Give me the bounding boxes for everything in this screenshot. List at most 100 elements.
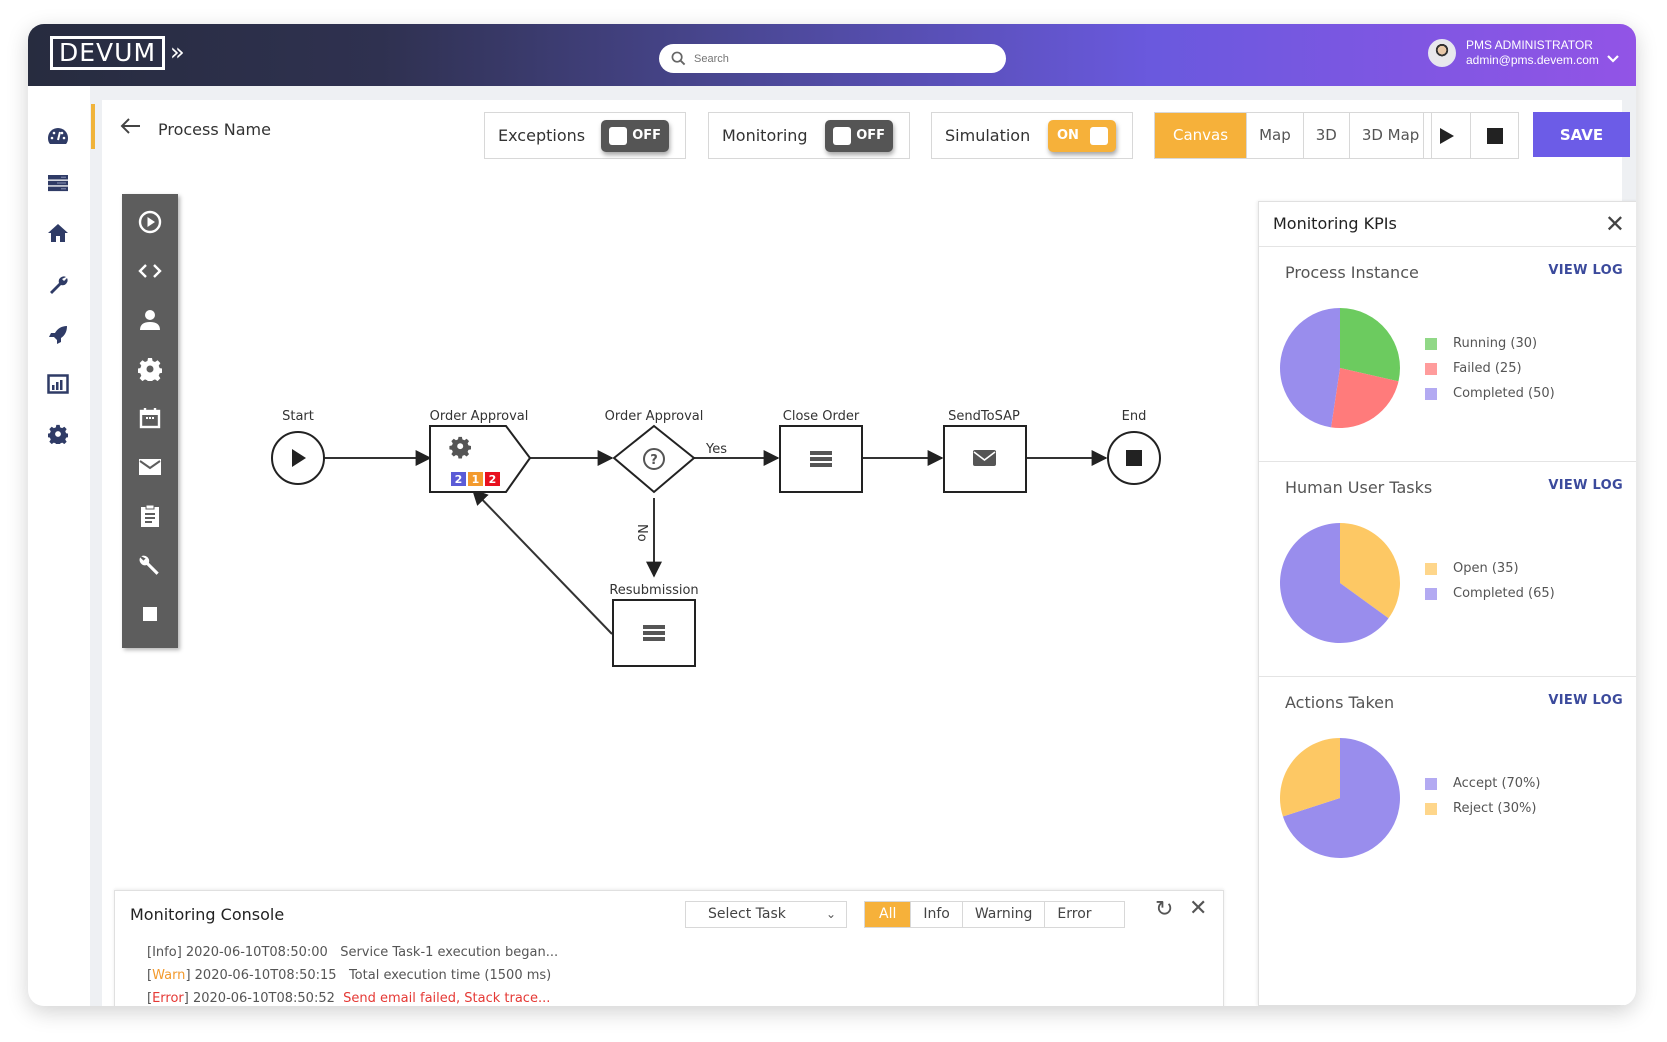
log-message: Service Task-1 execution began... <box>340 945 559 960</box>
rocket-icon[interactable] <box>46 324 70 348</box>
legend-item: Completed (50) <box>1425 381 1555 406</box>
select-task-value: Select Task <box>708 906 786 922</box>
log-timestamp: 2020-06-10T08:50:52 <box>192 991 335 1006</box>
close-order-node[interactable]: Close Order <box>779 409 863 493</box>
kpi-process-instance: Process Instance VIEW LOG Running (30) Fa… <box>1259 247 1636 462</box>
active-indicator <box>91 104 95 149</box>
node-label: Order Approval <box>605 409 704 424</box>
stop-button[interactable] <box>1471 113 1518 158</box>
console-title: Monitoring Console <box>130 905 285 924</box>
order-approval-gateway-node[interactable]: Order Approval ? <box>605 409 704 494</box>
svg-text:?: ? <box>650 453 658 468</box>
legend-swatch <box>1425 362 1437 375</box>
top-bar: DEVUM » PMS ADMINISTRATOR admin@pms.deve… <box>28 24 1636 86</box>
legend-swatch <box>1425 387 1437 400</box>
speedometer-icon[interactable] <box>46 126 70 150</box>
legend-swatch <box>1425 587 1437 600</box>
tab-map[interactable]: Map <box>1247 113 1304 158</box>
wrench-icon[interactable] <box>46 274 70 298</box>
badge-value: 2 <box>455 473 463 486</box>
gear-icon[interactable] <box>46 424 70 448</box>
node-label: Order Approval <box>430 409 529 424</box>
side-nav <box>28 86 90 1006</box>
legend-label: Accept (70%) <box>1453 776 1541 791</box>
legend-label: Reject (30%) <box>1453 801 1537 816</box>
filter-info[interactable]: Info <box>911 902 963 927</box>
legend-item: Completed (65) <box>1425 581 1555 606</box>
log-level: Error <box>152 991 184 1006</box>
envelope-icon <box>973 450 996 466</box>
save-button[interactable]: SAVE <box>1533 112 1630 157</box>
home-icon[interactable] <box>46 223 70 247</box>
log-entry: [Warn] 2020-06-10T08:50:15 Total executi… <box>147 968 552 983</box>
monitoring-kpis-panel: Monitoring KPIs ✕ Process Instance VIEW … <box>1258 201 1636 1006</box>
kpi-title: Actions Taken <box>1285 693 1395 712</box>
log-message: Total execution time (1500 ms) <box>348 968 552 983</box>
chevron-down-icon[interactable] <box>1607 55 1619 63</box>
gear-icon <box>449 436 471 459</box>
chevron-down-icon: ⌄ <box>825 907 836 921</box>
legend-label: Running (30) <box>1453 336 1538 351</box>
playback-controls <box>1423 112 1519 159</box>
play-button[interactable] <box>1424 113 1472 158</box>
legend-label: Completed (65) <box>1453 586 1555 601</box>
node-label: End <box>1122 409 1147 424</box>
monitoring-console: Monitoring Console Select Task ⌄ All Inf… <box>114 890 1224 1006</box>
filter-all[interactable]: All <box>865 902 912 927</box>
kpi-actions-taken: Actions Taken VIEW LOG Accept (70%) Rejec… <box>1259 677 1636 892</box>
start-event-node[interactable]: Start <box>271 409 325 485</box>
expand-sidebar-icon[interactable]: » <box>170 38 185 66</box>
devum-logo[interactable]: DEVUM <box>50 36 166 70</box>
legend-item: Accept (70%) <box>1425 771 1540 796</box>
search-icon <box>671 51 686 66</box>
send-to-sap-node[interactable]: SendToSAP <box>943 409 1027 493</box>
log-level: Warn <box>152 968 186 983</box>
edge-resubmission-to-task[interactable] <box>471 488 613 635</box>
search-box[interactable] <box>659 44 1006 73</box>
process-diagram: Yes No Start Order Approval 2 1 2 Order … <box>271 409 1161 667</box>
close-icon[interactable]: ✕ <box>1605 202 1625 246</box>
view-log-link[interactable]: VIEW LOG <box>1548 693 1623 708</box>
user-menu[interactable]: PMS ADMINISTRATOR admin@pms.devem.com <box>1428 38 1619 68</box>
log-list: [Info] 2020-06-10T08:50:00 Service Task-… <box>147 941 558 1006</box>
main-panel: Process Name Exceptions OFF Monitoring O… <box>102 100 1636 1006</box>
log-filter-tabs: All Info Warning Error <box>864 901 1125 928</box>
legend-label: Completed (50) <box>1453 386 1555 401</box>
kpi-title: Human User Tasks <box>1285 478 1433 497</box>
stop-icon <box>1486 127 1503 144</box>
end-event-node[interactable]: End <box>1107 409 1161 485</box>
filter-error[interactable]: Error <box>1045 902 1123 927</box>
legend-swatch <box>1425 562 1437 575</box>
server-icon <box>810 451 832 467</box>
legend-swatch <box>1425 337 1437 350</box>
log-timestamp: 2020-06-10T08:50:15 <box>194 968 337 983</box>
process-instance-pie <box>1279 308 1400 428</box>
view-log-link[interactable]: VIEW LOG <box>1548 478 1623 493</box>
pie-slice-completed[interactable] <box>1279 308 1340 428</box>
log-message: Send email failed, Stack trace... <box>343 991 551 1006</box>
kpi-human-user-tasks: Human User Tasks VIEW LOG Open (35) Compl… <box>1259 462 1636 677</box>
app-window: DEVUM » PMS ADMINISTRATOR admin@pms.deve… <box>28 24 1636 1006</box>
log-level: Info <box>152 945 177 960</box>
select-task-dropdown[interactable]: Select Task ⌄ <box>685 901 847 928</box>
view-log-link[interactable]: VIEW LOG <box>1548 263 1623 278</box>
node-label: Resubmission <box>609 583 698 598</box>
user-email: admin@pms.devem.com <box>1466 53 1599 67</box>
stop-icon <box>1126 450 1142 466</box>
tab-3d-map[interactable]: 3D Map <box>1350 113 1432 158</box>
resubmission-node[interactable]: Resubmission <box>609 583 699 667</box>
edge-label-no: No <box>634 524 649 542</box>
tab-3d[interactable]: 3D <box>1304 113 1350 158</box>
search-input[interactable] <box>694 52 974 65</box>
log-entry: [Error] 2020-06-10T08:50:52 Send email f… <box>147 991 551 1006</box>
filter-warning[interactable]: Warning <box>963 902 1046 927</box>
bar-chart-icon[interactable] <box>46 374 70 398</box>
close-icon[interactable]: ✕ <box>1189 896 1207 921</box>
server-icon[interactable] <box>46 173 70 197</box>
refresh-icon[interactable]: ↻ <box>1155 897 1173 922</box>
pie-legend: Open (35) Completed (65) <box>1425 556 1555 606</box>
play-icon <box>1440 127 1454 144</box>
order-approval-task-node[interactable]: Order Approval 2 1 2 <box>429 409 532 493</box>
avatar[interactable] <box>1428 39 1456 67</box>
edge-label-yes: Yes <box>705 442 727 457</box>
